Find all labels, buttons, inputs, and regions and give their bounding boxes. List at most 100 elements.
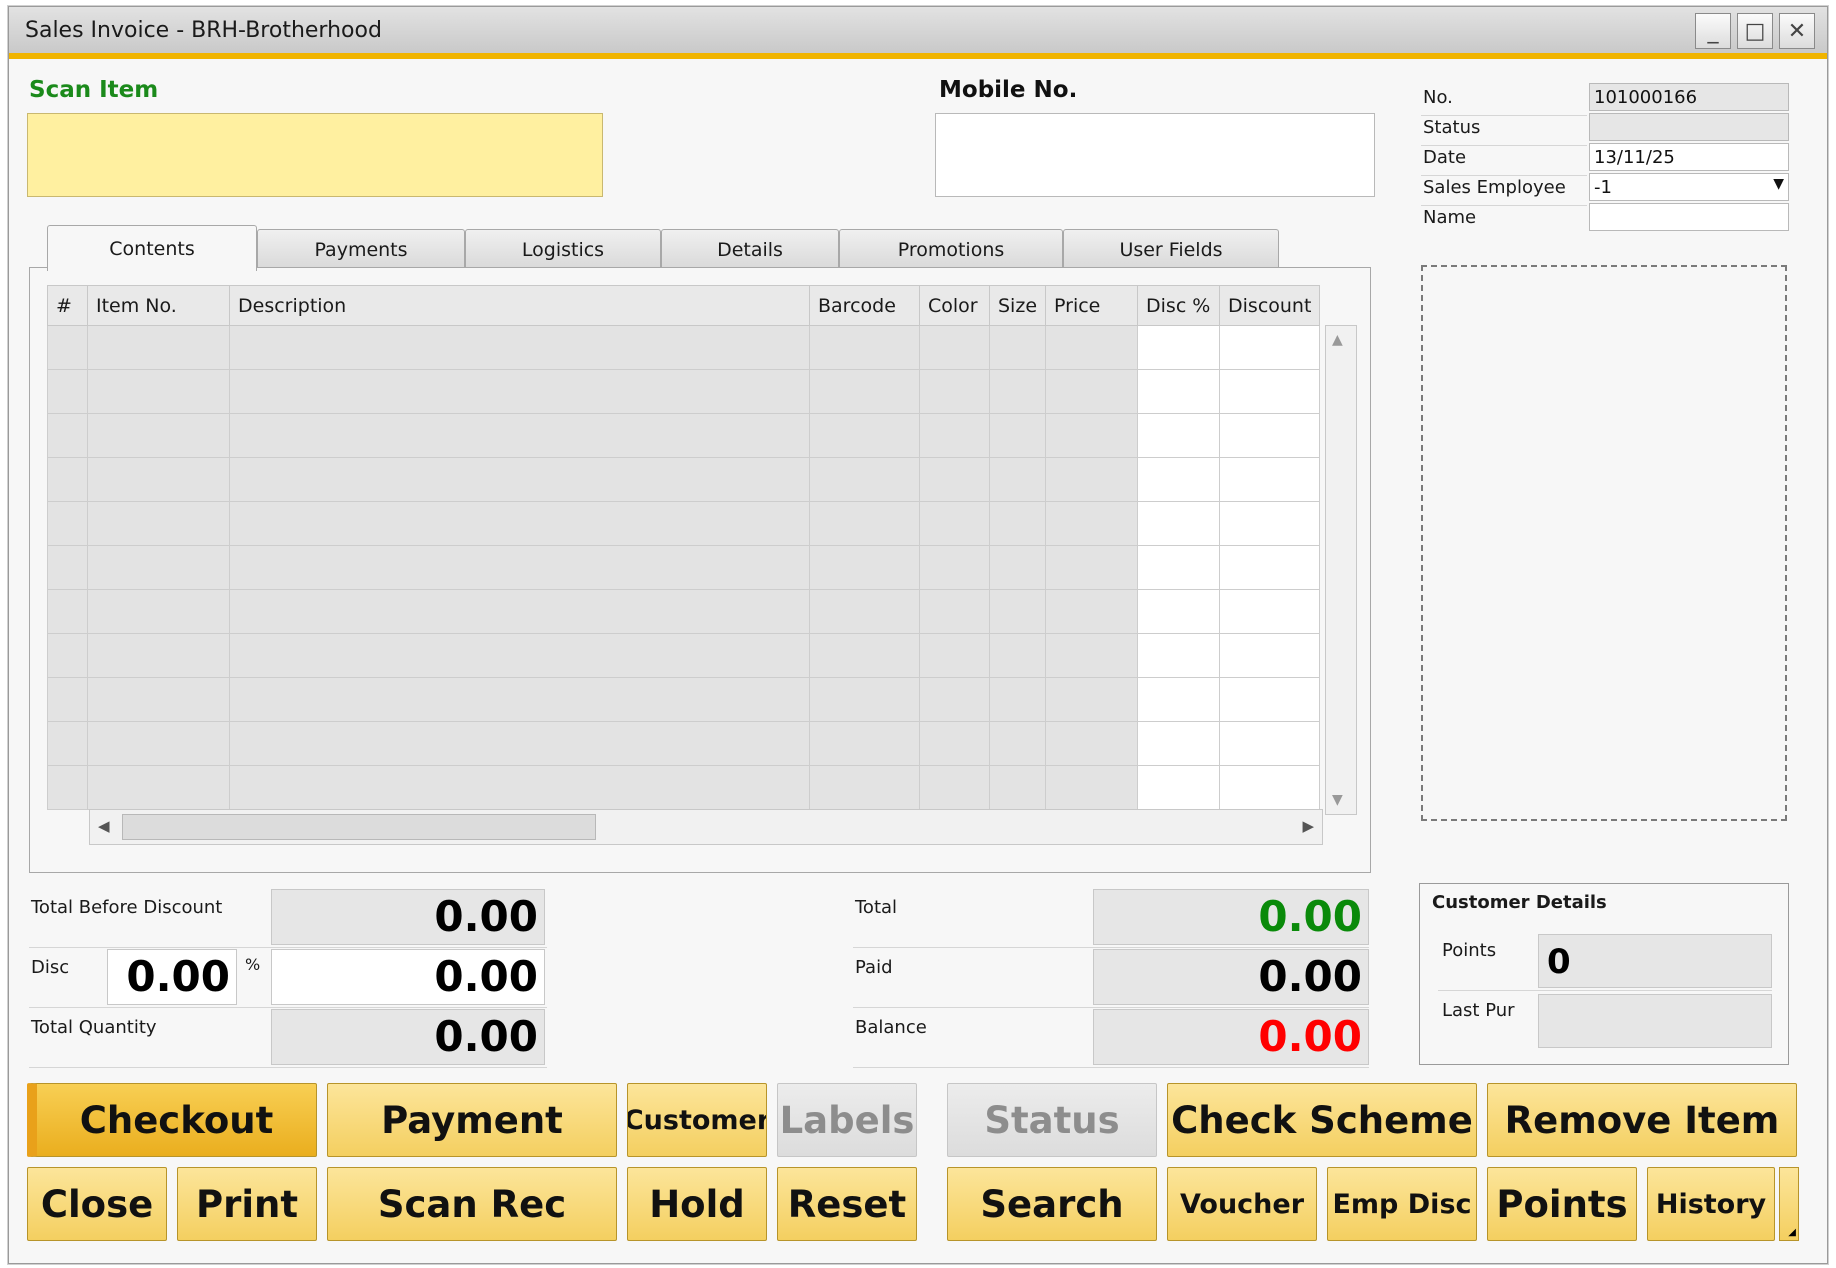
hold-button[interactable]: Hold: [627, 1167, 767, 1241]
name-field[interactable]: [1589, 203, 1789, 231]
cell-item-no[interactable]: [87, 457, 230, 502]
col-header-barcode[interactable]: Barcode: [809, 285, 920, 326]
cell-color[interactable]: [919, 325, 990, 370]
cell-discount[interactable]: [1219, 413, 1321, 458]
table-row[interactable]: [47, 721, 1321, 766]
cell-disc-percent[interactable]: [1137, 501, 1221, 546]
table-row[interactable]: [47, 501, 1321, 546]
cell-item-no[interactable]: [87, 325, 230, 370]
cell-color[interactable]: [919, 413, 990, 458]
cell-item-no[interactable]: [87, 369, 230, 414]
cell-size[interactable]: [988, 457, 1047, 502]
payment-button[interactable]: Payment: [327, 1083, 617, 1157]
tab-logistics[interactable]: Logistics: [465, 229, 661, 269]
col-header-size[interactable]: Size: [988, 285, 1047, 326]
cell-discount[interactable]: [1219, 501, 1321, 546]
grid-vertical-scrollbar[interactable]: ▲ ▼: [1325, 325, 1357, 815]
cell-discount[interactable]: [1219, 545, 1321, 590]
table-row[interactable]: [47, 325, 1321, 370]
more-buttons-handle[interactable]: ◢: [1779, 1167, 1799, 1241]
cell-price[interactable]: [1045, 457, 1139, 502]
cell-color[interactable]: [919, 369, 990, 414]
cell-disc-percent[interactable]: [1137, 721, 1221, 766]
table-row[interactable]: [47, 413, 1321, 458]
history-button[interactable]: History: [1647, 1167, 1775, 1241]
cell-description[interactable]: [229, 545, 810, 590]
cell-price[interactable]: [1045, 765, 1139, 810]
tab-user-fields[interactable]: User Fields: [1063, 229, 1279, 269]
table-row[interactable]: [47, 369, 1321, 414]
scroll-up-icon[interactable]: ▲: [1332, 332, 1343, 348]
cell-discount[interactable]: [1219, 677, 1321, 722]
cell-barcode[interactable]: [809, 721, 920, 766]
cell-disc-percent[interactable]: [1137, 413, 1221, 458]
cell-row-number[interactable]: [47, 413, 88, 458]
cell-description[interactable]: [229, 721, 810, 766]
cell-row-number[interactable]: [47, 721, 88, 766]
table-row[interactable]: [47, 677, 1321, 722]
cell-barcode[interactable]: [809, 633, 920, 678]
col-header-price[interactable]: Price: [1045, 285, 1139, 326]
points-button[interactable]: Points: [1487, 1167, 1637, 1241]
cell-price[interactable]: [1045, 721, 1139, 766]
cell-size[interactable]: [988, 765, 1047, 810]
cell-item-no[interactable]: [87, 545, 230, 590]
tab-promotions[interactable]: Promotions: [839, 229, 1063, 269]
cell-size[interactable]: [988, 369, 1047, 414]
table-row[interactable]: [47, 633, 1321, 678]
cell-description[interactable]: [229, 589, 810, 634]
cell-row-number[interactable]: [47, 589, 88, 634]
close-icon[interactable]: ✕: [1779, 13, 1815, 49]
cell-size[interactable]: [988, 589, 1047, 634]
cell-disc-percent[interactable]: [1137, 369, 1221, 414]
cell-description[interactable]: [229, 325, 810, 370]
cell-barcode[interactable]: [809, 677, 920, 722]
tab-contents[interactable]: Contents: [47, 225, 257, 271]
voucher-button[interactable]: Voucher: [1167, 1167, 1317, 1241]
cell-discount[interactable]: [1219, 765, 1321, 810]
cell-description[interactable]: [229, 633, 810, 678]
cell-price[interactable]: [1045, 677, 1139, 722]
cell-discount[interactable]: [1219, 721, 1321, 766]
cell-size[interactable]: [988, 677, 1047, 722]
cell-color[interactable]: [919, 633, 990, 678]
cell-price[interactable]: [1045, 501, 1139, 546]
table-row[interactable]: [47, 589, 1321, 634]
cell-item-no[interactable]: [87, 633, 230, 678]
cell-barcode[interactable]: [809, 457, 920, 502]
cell-barcode[interactable]: [809, 501, 920, 546]
cell-price[interactable]: [1045, 369, 1139, 414]
table-row[interactable]: [47, 457, 1321, 502]
cell-size[interactable]: [988, 413, 1047, 458]
disc-percent-input[interactable]: 0.00: [107, 949, 237, 1005]
cell-description[interactable]: [229, 457, 810, 502]
cell-color[interactable]: [919, 457, 990, 502]
customer-button[interactable]: Customer: [627, 1083, 767, 1157]
cell-disc-percent[interactable]: [1137, 589, 1221, 634]
cell-color[interactable]: [919, 545, 990, 590]
cell-row-number[interactable]: [47, 369, 88, 414]
scroll-left-icon[interactable]: ◀: [98, 817, 110, 835]
cell-item-no[interactable]: [87, 501, 230, 546]
cell-price[interactable]: [1045, 589, 1139, 634]
cell-disc-percent[interactable]: [1137, 765, 1221, 810]
cell-barcode[interactable]: [809, 413, 920, 458]
search-button[interactable]: Search: [947, 1167, 1157, 1241]
cell-size[interactable]: [988, 633, 1047, 678]
cell-color[interactable]: [919, 589, 990, 634]
col-header-disc-percent[interactable]: Disc %: [1137, 285, 1221, 326]
cell-disc-percent[interactable]: [1137, 545, 1221, 590]
scan-item-input[interactable]: [27, 113, 603, 197]
cell-item-no[interactable]: [87, 721, 230, 766]
cell-row-number[interactable]: [47, 545, 88, 590]
remove-item-button[interactable]: Remove Item: [1487, 1083, 1797, 1157]
cell-row-number[interactable]: [47, 765, 88, 810]
cell-row-number[interactable]: [47, 325, 88, 370]
cell-description[interactable]: [229, 369, 810, 414]
cell-row-number[interactable]: [47, 457, 88, 502]
emp-disc-button[interactable]: Emp Disc: [1327, 1167, 1477, 1241]
chevron-down-icon[interactable]: ▼: [1773, 176, 1784, 192]
cell-discount[interactable]: [1219, 589, 1321, 634]
checkout-button[interactable]: Checkout: [27, 1083, 317, 1157]
cell-price[interactable]: [1045, 325, 1139, 370]
